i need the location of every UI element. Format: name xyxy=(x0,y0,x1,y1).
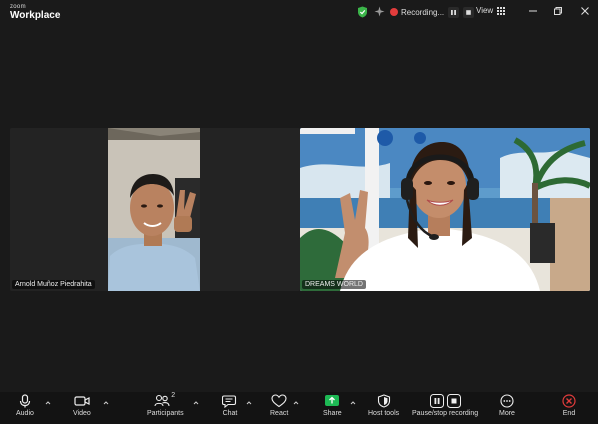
audio-label: Audio xyxy=(16,410,34,417)
share-label: Share xyxy=(323,410,342,417)
more-icon xyxy=(500,394,514,408)
video-camera-icon xyxy=(74,396,90,406)
pause-stop-recording-label: Pause/stop recording xyxy=(412,410,479,417)
zoom-logo: zoom Workplace xyxy=(10,4,60,21)
participant-video-tile[interactable]: Arnold Muñoz Piedrahita xyxy=(10,128,300,291)
restore-icon[interactable] xyxy=(553,6,563,16)
end-button[interactable]: End xyxy=(562,394,576,417)
stop-square-icon xyxy=(446,394,461,408)
minimize-icon[interactable] xyxy=(528,6,538,16)
recording-indicator: Recording... xyxy=(390,5,475,19)
video-label: Video xyxy=(73,410,91,417)
host-tools-button[interactable]: Host tools xyxy=(368,394,399,417)
brand-bottom: Workplace xyxy=(10,10,61,21)
participants-icon xyxy=(154,394,170,407)
participant-video-tile[interactable]: DREAMS WORLD xyxy=(300,128,590,291)
video-button[interactable]: Video xyxy=(73,394,91,417)
stop-recording-button[interactable] xyxy=(463,6,475,18)
recording-label: Recording... xyxy=(401,7,445,17)
participant-video xyxy=(10,128,300,291)
participant-name-label: DREAMS WORLD xyxy=(302,280,366,289)
share-button[interactable]: Share xyxy=(323,394,342,417)
chat-icon xyxy=(222,395,237,408)
chat-label: Chat xyxy=(222,410,238,417)
more-label: More xyxy=(499,410,515,417)
chevron-up-icon[interactable] xyxy=(350,400,356,406)
microphone-icon xyxy=(19,394,31,408)
meeting-toolbar: Audio Video 2 Participants Chat React Sh… xyxy=(0,392,598,424)
title-bar: zoom Workplace Recording... View xyxy=(0,0,598,26)
pause-recording-button[interactable] xyxy=(448,6,460,18)
close-icon[interactable] xyxy=(580,6,590,16)
react-label: React xyxy=(270,410,289,417)
shield-icon[interactable] xyxy=(357,6,368,18)
chevron-up-icon[interactable] xyxy=(45,400,51,406)
chevron-up-icon[interactable] xyxy=(103,400,109,406)
recording-dot-icon xyxy=(390,8,398,16)
react-button[interactable]: React xyxy=(270,394,288,417)
audio-button[interactable]: Audio xyxy=(16,394,34,417)
pause-stop-recording-button[interactable]: Pause/stop recording xyxy=(412,394,478,417)
pause-icon xyxy=(451,9,457,15)
chevron-up-icon[interactable] xyxy=(246,400,252,406)
participants-count: 2 xyxy=(171,392,176,399)
share-screen-icon xyxy=(325,395,340,406)
end-meeting-icon xyxy=(562,394,576,408)
chevron-up-icon[interactable] xyxy=(293,400,299,406)
host-tools-shield-icon xyxy=(377,394,390,408)
ai-companion-icon[interactable] xyxy=(374,6,385,17)
participant-name-label: Arnold Muñoz Piedrahita xyxy=(12,280,95,289)
heart-icon xyxy=(271,394,287,408)
view-label: View xyxy=(476,6,494,15)
grid-icon xyxy=(497,6,506,15)
stop-icon xyxy=(466,9,471,15)
chat-button[interactable]: Chat xyxy=(222,394,238,417)
end-label: End xyxy=(562,410,576,417)
participants-label: Participants xyxy=(147,410,184,417)
participants-button[interactable]: 2 Participants xyxy=(147,392,184,417)
host-tools-label: Host tools xyxy=(368,410,400,417)
chevron-up-icon[interactable] xyxy=(193,400,199,406)
more-button[interactable]: More xyxy=(499,394,515,417)
participant-video xyxy=(300,128,590,291)
pause-circle-icon xyxy=(429,394,444,408)
view-button[interactable]: View xyxy=(476,6,506,15)
